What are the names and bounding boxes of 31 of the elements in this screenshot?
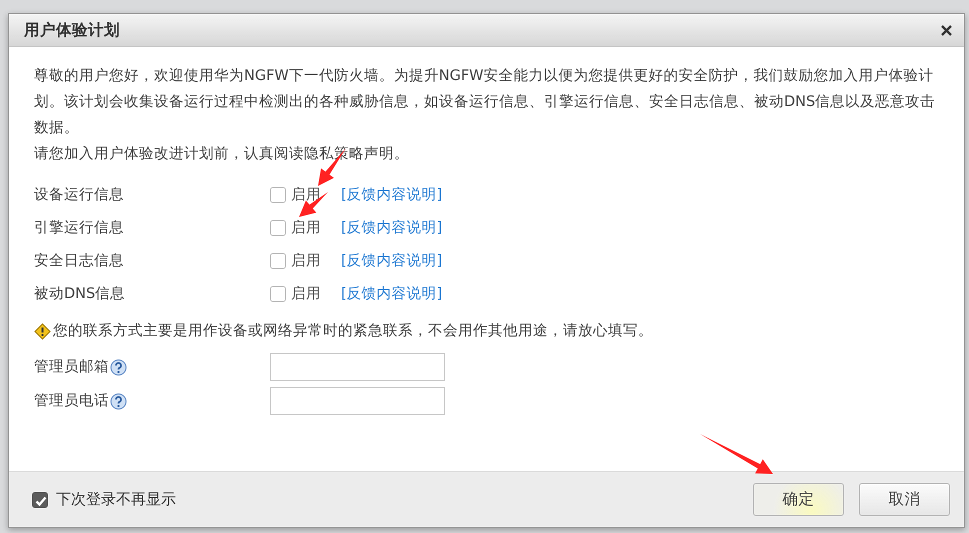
checkbox-label[interactable]: 启用	[291, 248, 321, 274]
warning-icon	[34, 322, 51, 340]
contact-note: 您的联系方式主要是用作设备或网络异常时的紧急联系，不会用作其他用途，请放心填写。	[53, 322, 653, 341]
option-label: 安全日志信息	[34, 252, 125, 270]
feedback-link[interactable]: [反馈内容说明]	[341, 248, 442, 274]
checkbox-label[interactable]: 下次登录不再显示	[56, 490, 176, 509]
checkbox-label[interactable]: 启用	[291, 280, 321, 306]
checkbox[interactable]	[270, 252, 286, 268]
help-icon[interactable]	[110, 392, 127, 410]
checkbox-label[interactable]: 启用	[291, 214, 321, 240]
option-label: 引擎运行信息	[34, 218, 125, 238]
feedback-link[interactable]: [反馈内容说明]	[341, 182, 442, 208]
confirm-button[interactable]: 确定	[753, 483, 844, 516]
input-field[interactable]	[270, 353, 445, 381]
dialog-title: 用户体验计划	[24, 20, 120, 40]
checkbox-label[interactable]: 启用	[291, 182, 321, 208]
field-label: 管理员电话	[34, 392, 109, 411]
checkbox[interactable]	[270, 286, 286, 302]
feedback-link[interactable]: [反馈内容说明]	[341, 214, 442, 240]
checkbox[interactable]	[32, 492, 48, 508]
option-label: 被动DNS信息	[34, 284, 126, 304]
checkbox[interactable]	[270, 186, 286, 202]
help-icon[interactable]	[110, 358, 127, 376]
field-label: 管理员邮箱	[34, 358, 109, 377]
close-icon[interactable]	[941, 24, 952, 36]
feedback-link[interactable]: [反馈内容说明]	[341, 280, 442, 306]
intro-text: 尊敬的用户您好，欢迎使用华为NGFW下一代防火墙。为提升NGFW安全能力以便为您提供更好的安全防护，我们鼓励您加入用户体验计划。该计划会收集设备运行过程中检测出的各种威胁信息，如设备运行信息、引擎运行信息、安全日志信息、被动DNS信息以及恶意攻击数据。	[34, 66, 936, 138]
cancel-button[interactable]: 取消	[859, 483, 950, 516]
option-label: 设备运行信息	[34, 186, 125, 204]
checkbox[interactable]	[270, 220, 286, 236]
input-field[interactable]	[270, 387, 445, 415]
